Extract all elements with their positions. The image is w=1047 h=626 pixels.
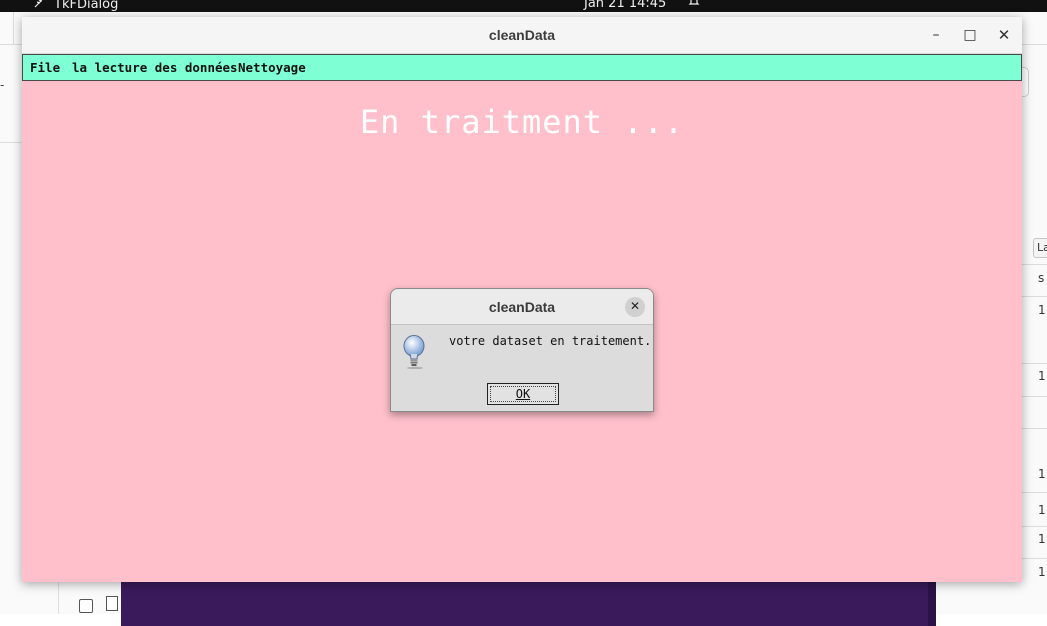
ok-button[interactable]: OK <box>487 383 559 405</box>
menu-data-reading[interactable]: la lecture des données <box>72 55 238 80</box>
clock[interactable]: Jan 21 14:45 <box>584 0 666 11</box>
divider <box>1022 492 1047 493</box>
message-dialog: cleanData ✕ votre dataset en traitement.… <box>390 288 654 412</box>
background-corner-button[interactable]: La <box>1033 238 1047 258</box>
background-table-cell: 1 <box>1038 503 1046 517</box>
minimize-button[interactable]: – <box>921 17 951 54</box>
background-table-cell: 1 <box>1038 369 1046 383</box>
background-table-cell: 1 <box>1038 303 1046 317</box>
system-top-bar: TkFDialog Jan 21 14:45 <box>0 0 1047 12</box>
window-title: cleanData <box>488 27 556 43</box>
divider <box>1022 296 1047 297</box>
background-purple-panel <box>121 582 936 626</box>
lightbulb-info-icon <box>401 333 425 370</box>
menu-file[interactable]: File <box>30 55 60 80</box>
row-checkbox[interactable] <box>79 599 93 613</box>
divider <box>1022 363 1047 364</box>
active-app-name: TkFDialog <box>54 0 119 12</box>
divider <box>1022 396 1047 397</box>
dialog-title: cleanData <box>488 299 556 315</box>
ok-button-label: OK <box>515 387 531 401</box>
bell-icon[interactable] <box>688 0 700 10</box>
divider <box>1022 264 1047 265</box>
menu-bar: File la lecture des données Nettoyage <box>22 54 1022 81</box>
dialog-close-button[interactable]: ✕ <box>625 297 645 317</box>
file-icon <box>106 596 118 611</box>
divider <box>1022 526 1047 527</box>
menu-cleaning[interactable]: Nettoyage <box>238 55 306 80</box>
divider <box>1022 558 1047 559</box>
active-app-indicator[interactable]: TkFDialog <box>34 0 118 12</box>
divider <box>1022 428 1047 429</box>
divider <box>0 142 22 143</box>
processing-heading: En traitment ... <box>359 103 685 141</box>
background-table-cell: 1 <box>1038 565 1046 579</box>
background-table-cell: s <box>1038 271 1045 285</box>
dialog-titlebar[interactable]: cleanData ✕ <box>391 289 653 325</box>
background-dash: - <box>0 78 5 92</box>
maximize-button[interactable]: □ <box>955 17 985 54</box>
divider <box>58 582 59 614</box>
window-titlebar[interactable]: cleanData – □ ✕ <box>22 17 1022 54</box>
background-table-cell: 1 <box>1038 467 1046 481</box>
close-button[interactable]: ✕ <box>989 17 1019 54</box>
divider <box>13 12 14 44</box>
dialog-message: votre dataset en traitement. <box>449 334 652 348</box>
background-table-cell: 1 <box>1038 532 1046 546</box>
tk-feather-icon <box>34 0 48 12</box>
